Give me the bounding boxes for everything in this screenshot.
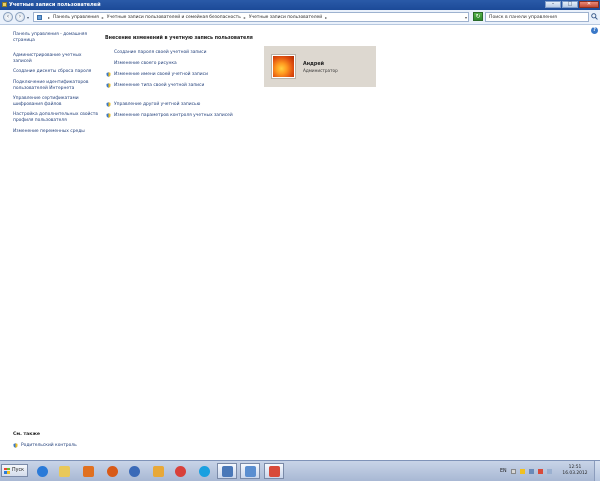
change-account-type-link[interactable]: Изменение типа своей учетной записи bbox=[106, 83, 256, 88]
chevron-right-icon[interactable]: ▸ bbox=[102, 15, 104, 20]
chevron-down-icon[interactable]: ▾ bbox=[465, 15, 467, 20]
system-tray: EN bbox=[500, 463, 552, 479]
avatar[interactable] bbox=[271, 54, 296, 79]
sidebar-item-reset-disk[interactable]: Создание дискеты сброса пароля bbox=[13, 69, 98, 75]
skype-icon bbox=[198, 465, 210, 477]
manage-another-account-link[interactable]: Управление другой учетной записью bbox=[106, 102, 256, 107]
uac-settings-link[interactable]: Изменение параметров контроля учетных за… bbox=[106, 113, 256, 118]
taskbar-app-presentation[interactable] bbox=[264, 463, 284, 479]
see-also-heading: См. также bbox=[13, 432, 41, 437]
task-label: Изменение параметров контроля учетных за… bbox=[114, 113, 233, 118]
window-title-bar[interactable]: Учетные записи пользователей – □ ✕ bbox=[0, 0, 600, 10]
page-title: Внесение изменений в учетную запись поль… bbox=[105, 36, 253, 41]
uac-shield-icon bbox=[106, 83, 111, 88]
task-label: Создание пароля своей учетной записи bbox=[114, 50, 207, 55]
change-picture-link[interactable]: Изменение своего рисунка bbox=[106, 61, 256, 66]
network-icon[interactable] bbox=[528, 468, 534, 474]
close-button[interactable]: ✕ bbox=[579, 1, 599, 8]
volume-icon[interactable] bbox=[546, 468, 552, 474]
taskbar: Пуск EN 12:51 16.03.2012 bbox=[0, 460, 600, 481]
show-hidden-icons-icon[interactable] bbox=[510, 468, 516, 474]
sidebar-item-environment-variables[interactable]: Изменение переменных среды bbox=[13, 129, 98, 135]
recent-pages-chevron-icon[interactable]: ▾ bbox=[27, 15, 29, 20]
firefox-icon bbox=[106, 465, 118, 477]
start-button[interactable]: Пуск bbox=[1, 464, 28, 477]
sidebar-item-home[interactable]: Панель управления - домашняя страница bbox=[13, 32, 98, 43]
address-bar[interactable]: ▸ Панель управления ▸ Учетные записи пол… bbox=[33, 12, 469, 22]
search-icon[interactable] bbox=[591, 13, 598, 20]
language-indicator[interactable]: EN bbox=[500, 469, 507, 474]
antivirus-icon[interactable] bbox=[537, 468, 543, 474]
start-label: Пуск bbox=[12, 468, 24, 473]
sidebar-item-profile-properties[interactable]: Настройка дополнительных свойств профиля… bbox=[13, 112, 98, 123]
window-title: Учетные записи пользователей bbox=[9, 2, 101, 8]
uac-shield-icon bbox=[106, 72, 111, 77]
uac-shield-icon bbox=[13, 443, 18, 448]
control-panel-icon bbox=[37, 15, 42, 20]
breadcrumb-item[interactable]: Учетные записи пользователей и семейная … bbox=[107, 15, 241, 20]
breadcrumb: ▸ Панель управления ▸ Учетные записи пол… bbox=[45, 15, 330, 20]
back-button[interactable]: ‹ bbox=[3, 12, 13, 22]
taskbar-app-firefox[interactable] bbox=[102, 463, 122, 479]
folder-app-icon bbox=[152, 465, 164, 477]
show-desktop-button[interactable] bbox=[594, 461, 600, 481]
sidebar-item-manage-accounts[interactable]: Администрирование учетных записей bbox=[13, 53, 98, 64]
chevron-right-icon[interactable]: ▸ bbox=[244, 15, 246, 20]
user-role: Администратор bbox=[303, 68, 338, 73]
search-input[interactable]: Поиск в панели управления bbox=[485, 12, 589, 22]
taskbar-app-media-player[interactable] bbox=[78, 463, 98, 479]
navigation-toolbar: ‹ › ▾ ▸ Панель управления ▸ Учетные запи… bbox=[0, 10, 600, 25]
task-label: Изменение имени своей учетной записи bbox=[114, 72, 208, 77]
taskbar-app-control-panel[interactable] bbox=[240, 463, 260, 479]
minimize-button[interactable]: – bbox=[545, 1, 561, 8]
document-icon bbox=[221, 465, 233, 477]
refresh-button[interactable]: ↻ bbox=[473, 12, 483, 21]
system-clock[interactable]: 12:51 16.03.2012 bbox=[558, 465, 592, 476]
taskbar-app-document[interactable] bbox=[217, 463, 237, 479]
task-label: Управление другой учетной записью bbox=[114, 102, 201, 107]
uac-shield-icon bbox=[106, 113, 111, 118]
uac-shield-icon bbox=[106, 102, 111, 107]
chevron-right-icon[interactable]: ▸ bbox=[48, 15, 50, 20]
user-name: Андрей bbox=[303, 62, 324, 67]
control-panel-window-icon bbox=[244, 465, 256, 477]
taskbar-app-chrome[interactable] bbox=[170, 463, 190, 479]
task-label: Изменение типа своей учетной записи bbox=[114, 83, 205, 88]
sidebar-item-certificates[interactable]: Управление сертификатами шифрования файл… bbox=[13, 96, 98, 107]
task-label: Изменение своего рисунка bbox=[114, 61, 177, 66]
taskbar-app-internet-explorer[interactable] bbox=[32, 463, 52, 479]
change-name-link[interactable]: Изменение имени своей учетной записи bbox=[106, 72, 256, 77]
parental-controls-link[interactable]: Родительский контроль bbox=[13, 443, 103, 448]
taskbar-app-thunderbird[interactable] bbox=[124, 463, 144, 479]
breadcrumb-item[interactable]: Панель управления bbox=[53, 15, 99, 20]
control-panel-icon bbox=[2, 2, 7, 7]
chrome-icon bbox=[174, 465, 186, 477]
internet-explorer-icon bbox=[36, 465, 48, 477]
taskbar-app-folder[interactable] bbox=[148, 463, 168, 479]
sidebar-item-online-ids[interactable]: Подключение идентификаторов пользователе… bbox=[13, 80, 98, 91]
sidebar: Панель управления - домашняя страница Ад… bbox=[13, 32, 98, 139]
taskbar-app-skype[interactable] bbox=[194, 463, 214, 479]
parental-controls-label: Родительский контроль bbox=[21, 443, 77, 448]
action-center-icon[interactable] bbox=[519, 468, 525, 474]
windows-logo-icon bbox=[4, 467, 10, 474]
see-also-section: См. также Родительский контроль bbox=[13, 432, 103, 448]
thunderbird-icon bbox=[128, 465, 140, 477]
forward-button[interactable]: › bbox=[15, 12, 25, 22]
help-icon[interactable]: ? bbox=[591, 27, 598, 34]
breadcrumb-item[interactable]: Учетные записи пользователей bbox=[249, 15, 322, 20]
presentation-icon bbox=[268, 465, 280, 477]
create-password-link[interactable]: Создание пароля своей учетной записи bbox=[106, 50, 256, 55]
maximize-button[interactable]: □ bbox=[562, 1, 578, 8]
folder-icon bbox=[58, 465, 70, 477]
chevron-right-icon[interactable]: ▸ bbox=[325, 15, 327, 20]
media-player-icon bbox=[82, 465, 94, 477]
user-account-card: Андрей Администратор bbox=[264, 46, 376, 87]
task-list: Создание пароля своей учетной записи Изм… bbox=[106, 50, 256, 124]
clock-date: 16.03.2012 bbox=[562, 470, 588, 476]
taskbar-app-explorer[interactable] bbox=[54, 463, 74, 479]
